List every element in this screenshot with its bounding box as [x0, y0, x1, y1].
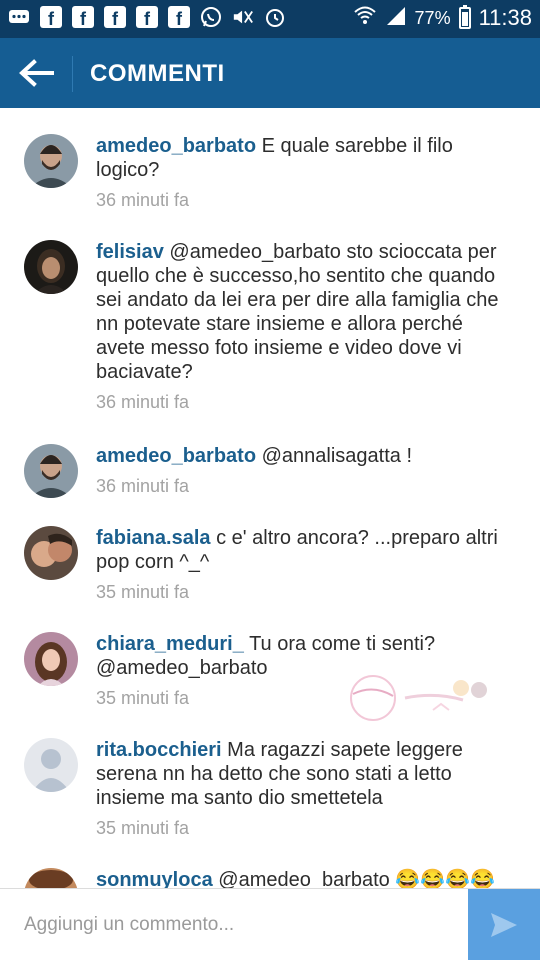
comment-username[interactable]: rita.bocchieri	[96, 739, 222, 761]
system-status: 77% 11:38	[353, 5, 532, 31]
comment-time: 35 minuti fa	[96, 818, 190, 838]
avatar[interactable]	[24, 632, 78, 686]
comment-username[interactable]: fabiana.sala	[96, 527, 211, 549]
comment-body: felisiav @amedeo_barbato sto sciocсata p…	[96, 240, 506, 414]
wifi-icon	[353, 5, 377, 31]
comment-text: @amedeo_barbato 😂😂😂😂	[218, 869, 495, 888]
comment-composer	[0, 888, 540, 960]
comment-time: 35 minuti fa	[96, 582, 190, 602]
comment-time: 36 minuti fa	[96, 392, 190, 412]
app-bar: COMMENTI	[0, 38, 540, 108]
battery-percent: 77%	[414, 7, 451, 28]
avatar[interactable]	[24, 444, 78, 498]
arrow-left-icon	[19, 59, 54, 87]
avatar[interactable]	[24, 526, 78, 580]
alarm-icon	[264, 6, 286, 28]
comment-body: sonmuyloca @amedeo_barbato 😂😂😂😂	[96, 868, 506, 888]
battery-icon	[458, 5, 471, 29]
watermark-logo	[345, 670, 495, 730]
facebook-icon: f	[104, 6, 126, 28]
comment-username[interactable]: felisiav	[96, 241, 164, 263]
signal-icon	[385, 5, 407, 31]
app-bar-divider	[72, 56, 73, 92]
comment-input[interactable]	[0, 889, 468, 960]
status-bar: f f f f f 77% 11:38	[0, 0, 540, 38]
send-icon	[491, 912, 517, 937]
comment-body: amedeo_barbato @annalisagatta ! 36 minut…	[96, 444, 506, 498]
comments-list[interactable]: amedeo_barbato E quale sarebbe il filo l…	[0, 108, 540, 888]
comment-time: 36 minuti fa	[96, 476, 190, 496]
back-button[interactable]	[16, 56, 56, 90]
notification-icons: f f f f f	[8, 6, 286, 28]
facebook-icon: f	[72, 6, 94, 28]
facebook-icon: f	[168, 6, 190, 28]
avatar[interactable]	[24, 240, 78, 294]
whatsapp-icon	[200, 6, 222, 28]
facebook-icon: f	[136, 6, 158, 28]
comment-username[interactable]: chiara_meduri_	[96, 633, 244, 655]
comment-body: amedeo_barbato E quale sarebbe il filo l…	[96, 134, 506, 212]
messages-icon	[8, 6, 30, 28]
comment-body: fabiana.sala c e' altro ancora? ...prepa…	[96, 526, 506, 604]
send-button[interactable]	[468, 889, 540, 960]
page-title: COMMENTI	[90, 60, 225, 87]
clock: 11:38	[478, 5, 532, 30]
facebook-icon: f	[40, 6, 62, 28]
avatar[interactable]	[24, 134, 78, 188]
mute-icon	[232, 6, 254, 28]
comment-time: 36 minuti fa	[96, 190, 190, 210]
comment-text: @annalisagatta !	[261, 445, 413, 467]
comment-username[interactable]: amedeo_barbato	[96, 135, 256, 157]
comment-body: rita.bocchieri Ma ragazzi sapete leggere…	[96, 738, 506, 840]
comment-username[interactable]: amedeo_barbato	[96, 445, 256, 467]
comment-username[interactable]: sonmuyloca	[96, 869, 213, 888]
avatar[interactable]	[24, 868, 78, 888]
avatar[interactable]	[24, 738, 78, 792]
